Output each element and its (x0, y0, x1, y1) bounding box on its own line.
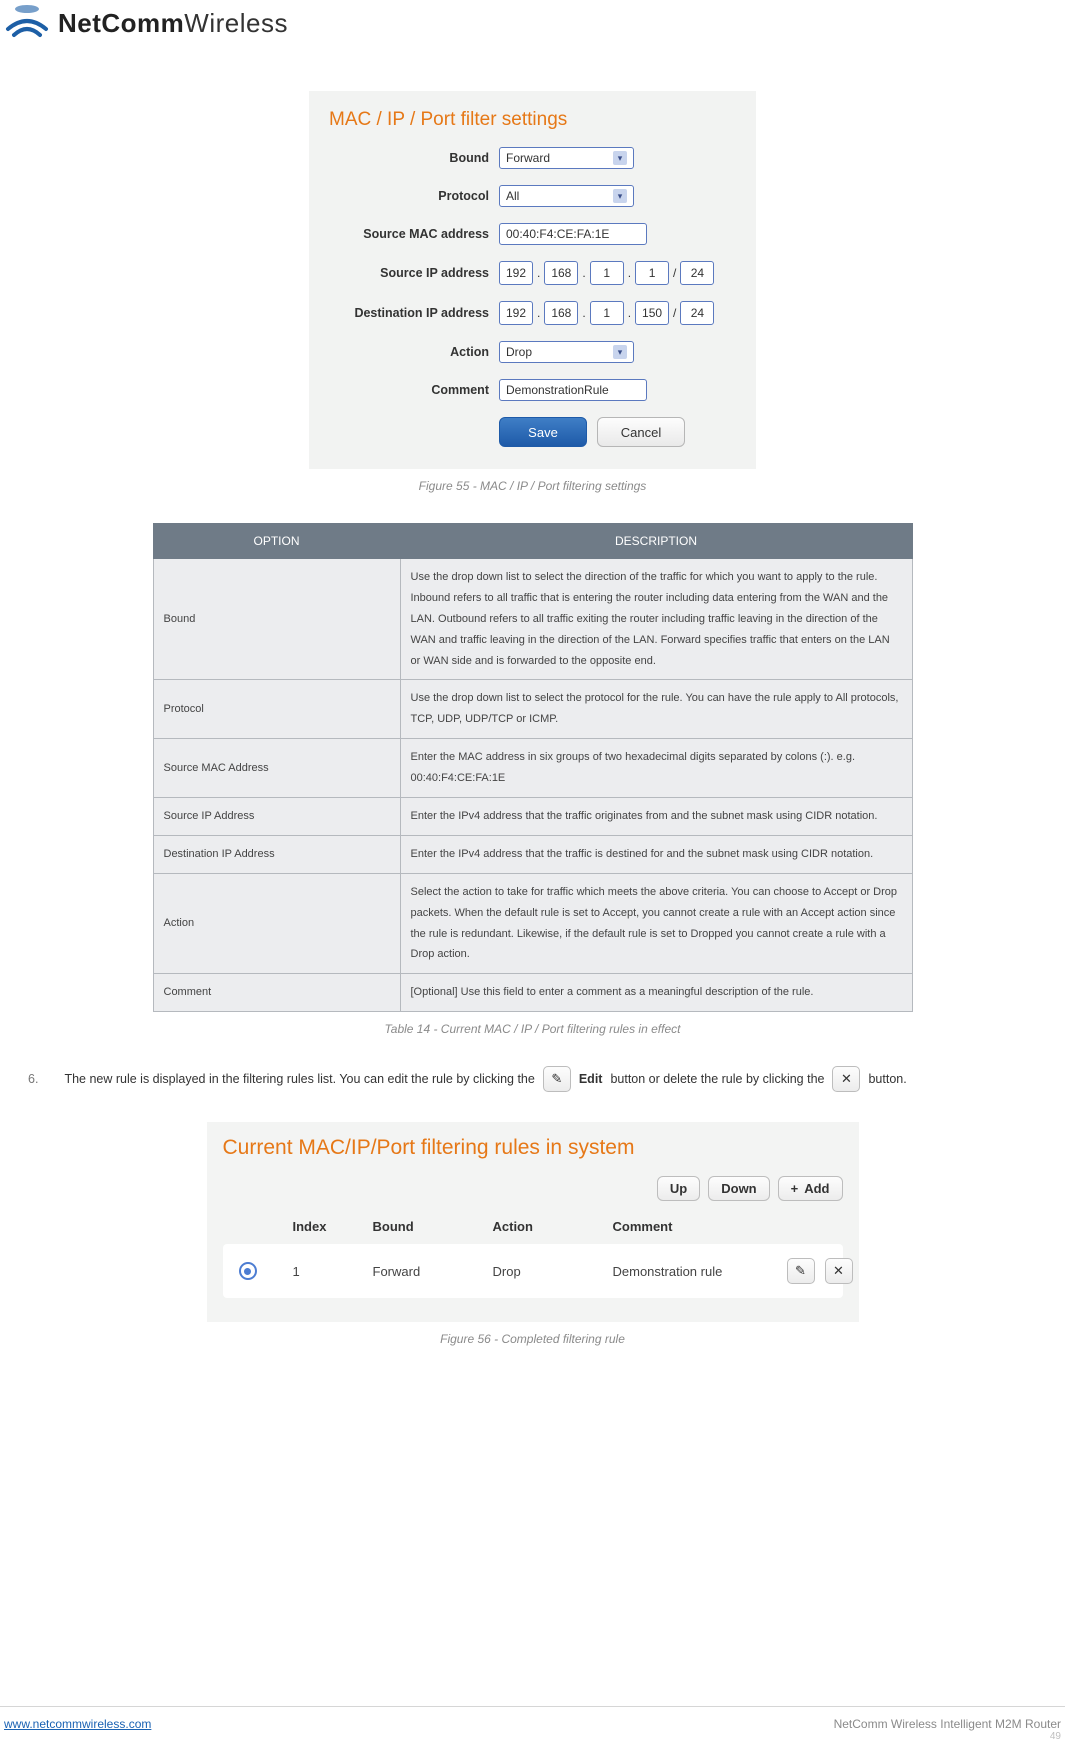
cell-description: Enter the MAC address in six groups of t… (400, 739, 912, 798)
th-description: DESCRIPTION (400, 524, 912, 559)
table-row: Comment[Optional] Use this field to ente… (153, 974, 912, 1012)
cell-bound: Forward (373, 1264, 493, 1279)
save-button[interactable]: Save (499, 417, 587, 447)
edit-icon[interactable]: ✎ (543, 1066, 571, 1092)
comment-input[interactable]: DemonstrationRule (499, 379, 647, 401)
step-text: 6. The new rule is displayed in the filt… (28, 1066, 1065, 1092)
panel-title: MAC / IP / Port filter settings (329, 109, 736, 131)
plus-icon: + (791, 1181, 799, 1196)
label-protocol: Protocol (329, 189, 499, 203)
table-row: ProtocolUse the drop down list to select… (153, 680, 912, 739)
src-mac-input[interactable]: 00:40:F4:CE:FA:1E (499, 223, 647, 245)
rules-title: Current MAC/IP/Port filtering rules in s… (223, 1136, 843, 1160)
dest-ip-octet[interactable]: 150 (635, 301, 669, 325)
page-number: 49 (0, 1731, 1065, 1742)
th-option: OPTION (153, 524, 400, 559)
label-bound: Bound (329, 151, 499, 165)
label-dest-ip: Destination IP address (329, 306, 499, 320)
brand-name: NetCommWireless (58, 8, 288, 39)
src-ip-octet[interactable]: 1 (590, 261, 624, 285)
col-comment: Comment (613, 1219, 743, 1234)
footer-right: NetComm Wireless Intelligent M2M Router (834, 1717, 1061, 1731)
table-caption: Table 14 - Current MAC / IP / Port filte… (0, 1022, 1065, 1036)
dest-ip-cidr[interactable]: 24 (680, 301, 714, 325)
rules-panel: Current MAC/IP/Port filtering rules in s… (207, 1122, 859, 1322)
page-footer: www.netcommwireless.com NetComm Wireless… (0, 1706, 1065, 1731)
options-table: OPTION DESCRIPTION BoundUse the drop dow… (153, 523, 913, 1012)
action-select[interactable]: Drop ▾ (499, 341, 634, 363)
table-row: 1 Forward Drop Demonstration rule ✎ ✕ (223, 1244, 843, 1298)
src-ip-octet[interactable]: 1 (635, 261, 669, 285)
protocol-select[interactable]: All ▾ (499, 185, 634, 207)
dest-ip-octet[interactable]: 1 (590, 301, 624, 325)
protocol-value: All (506, 188, 519, 204)
table-row: BoundUse the drop down list to select th… (153, 559, 912, 680)
cell-description: [Optional] Use this field to enter a com… (400, 974, 912, 1012)
comment-value: DemonstrationRule (506, 382, 609, 398)
cell-description: Select the action to take for traffic wh… (400, 873, 912, 974)
figure-caption-2: Figure 56 - Completed filtering rule (0, 1332, 1065, 1346)
bound-select[interactable]: Forward ▾ (499, 147, 634, 169)
chevron-down-icon: ▾ (613, 345, 627, 359)
table-row: ActionSelect the action to take for traf… (153, 873, 912, 974)
cell-option: Source IP Address (153, 798, 400, 836)
figure-caption: Figure 55 - MAC / IP / Port filtering se… (0, 479, 1065, 493)
cell-index: 1 (293, 1264, 373, 1279)
cell-description: Enter the IPv4 address that the traffic … (400, 798, 912, 836)
filter-settings-panel: MAC / IP / Port filter settings Bound Fo… (309, 91, 756, 469)
chevron-down-icon: ▾ (613, 151, 627, 165)
col-index: Index (293, 1219, 373, 1234)
footer-link[interactable]: www.netcommwireless.com (4, 1717, 151, 1731)
edit-row-button[interactable]: ✎ (787, 1258, 815, 1284)
label-src-ip: Source IP address (329, 266, 499, 280)
src-ip-cidr[interactable]: 24 (680, 261, 714, 285)
cell-description: Enter the IPv4 address that the traffic … (400, 835, 912, 873)
col-action: Action (493, 1219, 613, 1234)
delete-row-button[interactable]: ✕ (825, 1258, 853, 1284)
row-radio[interactable] (239, 1262, 257, 1280)
cell-description: Use the drop down list to select the dir… (400, 559, 912, 680)
label-src-mac: Source MAC address (329, 227, 499, 241)
src-ip-octet[interactable]: 168 (544, 261, 578, 285)
cancel-button[interactable]: Cancel (597, 417, 685, 447)
add-button[interactable]: + Add (778, 1176, 843, 1201)
cell-action: Drop (493, 1264, 613, 1279)
dest-ip-octet[interactable]: 168 (544, 301, 578, 325)
cell-comment: Demonstration rule (613, 1264, 743, 1279)
wifi-logo-icon (0, 5, 54, 41)
action-value: Drop (506, 344, 532, 360)
cell-option: Source MAC Address (153, 739, 400, 798)
dest-ip-octet[interactable]: 192 (499, 301, 533, 325)
cell-option: Comment (153, 974, 400, 1012)
bound-value: Forward (506, 150, 550, 166)
label-action: Action (329, 345, 499, 359)
cell-option: Action (153, 873, 400, 974)
delete-icon[interactable]: ✕ (832, 1066, 860, 1092)
step-number: 6. (28, 1072, 38, 1086)
table-row: Source IP AddressEnter the IPv4 address … (153, 798, 912, 836)
cell-option: Protocol (153, 680, 400, 739)
cell-option: Bound (153, 559, 400, 680)
chevron-down-icon: ▾ (613, 189, 627, 203)
src-mac-value: 00:40:F4:CE:FA:1E (506, 226, 609, 242)
table-row: Destination IP AddressEnter the IPv4 add… (153, 835, 912, 873)
brand-logo: NetCommWireless (0, 5, 1065, 51)
up-button[interactable]: Up (657, 1176, 700, 1201)
src-ip-octet[interactable]: 192 (499, 261, 533, 285)
table-row: Source MAC AddressEnter the MAC address … (153, 739, 912, 798)
col-bound: Bound (373, 1219, 493, 1234)
cell-description: Use the drop down list to select the pro… (400, 680, 912, 739)
cell-option: Destination IP Address (153, 835, 400, 873)
down-button[interactable]: Down (708, 1176, 769, 1201)
label-comment: Comment (329, 383, 499, 397)
